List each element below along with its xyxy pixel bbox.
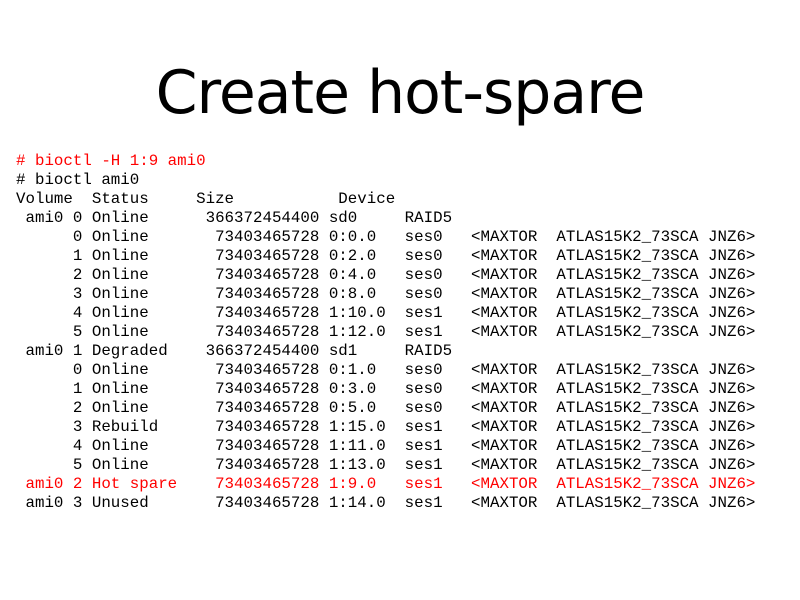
table-row: ami0 0 Online 366372454400 sd0 RAID5	[16, 209, 453, 227]
command-line: # bioctl -H 1:9 ami0	[16, 152, 206, 170]
table-row: ami0 3 Unused 73403465728 1:14.0 ses1 <M…	[16, 494, 756, 512]
slide-title: Create hot-spare	[155, 58, 646, 128]
table-row: 3 Rebuild 73403465728 1:15.0 ses1 <MAXTO…	[16, 418, 756, 436]
command-line: # bioctl ami0	[16, 171, 140, 189]
table-row: 0 Online 73403465728 0:0.0 ses0 <MAXTOR …	[16, 228, 756, 246]
table-row: 2 Online 73403465728 0:4.0 ses0 <MAXTOR …	[16, 266, 756, 284]
table-row: 4 Online 73403465728 1:10.0 ses1 <MAXTOR…	[16, 304, 756, 322]
table-row: 4 Online 73403465728 1:11.0 ses1 <MAXTOR…	[16, 437, 756, 455]
table-row: ami0 1 Degraded 366372454400 sd1 RAID5	[16, 342, 453, 360]
table-header: Volume Status Size Device	[16, 190, 396, 208]
table-row: 1 Online 73403465728 0:2.0 ses0 <MAXTOR …	[16, 247, 756, 265]
terminal-output: # bioctl -H 1:9 ami0 # bioctl ami0 Volume …	[16, 152, 755, 513]
table-row: 2 Online 73403465728 0:5.0 ses0 <MAXTOR …	[16, 399, 756, 417]
table-row: 0 Online 73403465728 0:1.0 ses0 <MAXTOR …	[16, 361, 756, 379]
table-row: 1 Online 73403465728 0:3.0 ses0 <MAXTOR …	[16, 380, 756, 398]
table-row: ami0 2 Hot spare 73403465728 1:9.0 ses1 …	[16, 475, 756, 493]
table-row: 3 Online 73403465728 0:8.0 ses0 <MAXTOR …	[16, 285, 756, 303]
table-row: 5 Online 73403465728 1:12.0 ses1 <MAXTOR…	[16, 323, 756, 341]
table-row: 5 Online 73403465728 1:13.0 ses1 <MAXTOR…	[16, 456, 756, 474]
